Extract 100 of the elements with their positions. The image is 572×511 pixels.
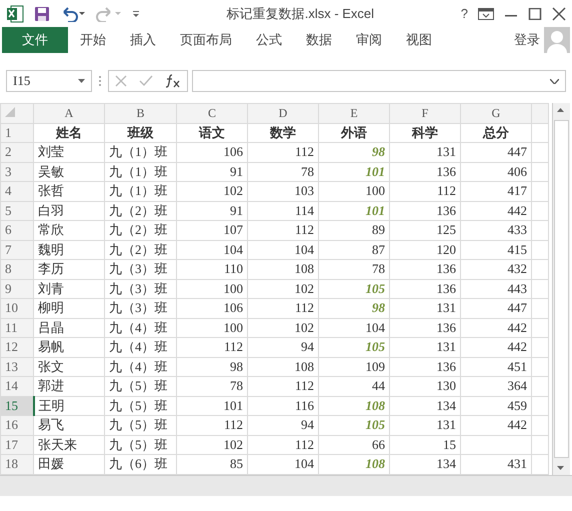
table-cell: 108 — [318, 454, 390, 474]
ribbon-display-icon[interactable] — [478, 8, 494, 20]
ribbon-tab[interactable]: 插入 — [118, 27, 168, 53]
table-cell: 134 — [390, 396, 460, 416]
column-header[interactable]: D — [248, 104, 318, 123]
column-header[interactable]: G — [460, 104, 532, 123]
table-cell: 九（1）班 — [104, 182, 176, 201]
table-cell: 102 — [248, 279, 318, 298]
table-cell: 九（1）班 — [104, 142, 176, 162]
table-cell: 431 — [460, 454, 532, 474]
column-header[interactable]: C — [176, 104, 248, 123]
name-box[interactable]: I15 — [6, 70, 92, 92]
ribbon-tab[interactable]: 开始 — [68, 27, 118, 53]
table-cell: 100 — [176, 279, 248, 298]
table-cell: 105 — [318, 279, 390, 298]
table-cell: 100 — [318, 182, 390, 201]
row-header[interactable]: 9 — [0, 279, 34, 298]
help-button[interactable]: ? — [460, 6, 468, 21]
maximize-icon[interactable] — [528, 8, 542, 20]
window-title: 标记重复数据.xlsx - Excel — [226, 4, 376, 22]
table-cell: 田媛 — [34, 454, 104, 474]
row-header[interactable]: 4 — [0, 182, 34, 201]
table-cell: 九（5）班 — [104, 435, 176, 454]
column-title: 科学 — [390, 123, 460, 142]
ribbon-tab[interactable]: 数据 — [294, 27, 344, 53]
table-cell: 九（3）班 — [104, 298, 176, 318]
ribbon-tab[interactable]: 审阅 — [344, 27, 394, 53]
table-cell: 87 — [318, 240, 390, 260]
table-cell: 459 — [460, 396, 532, 416]
table-cell: 98 — [318, 142, 390, 162]
insert-function-icon[interactable] — [165, 74, 181, 88]
table-cell: 108 — [248, 357, 318, 376]
table-cell: 100 — [176, 318, 248, 338]
column-header[interactable]: E — [318, 104, 390, 123]
column-header[interactable]: B — [104, 104, 176, 123]
table-cell: 103 — [248, 182, 318, 201]
table-cell: 张哲 — [34, 182, 104, 201]
table-cell: 九（4）班 — [104, 318, 176, 338]
table-cell: 九（3）班 — [104, 279, 176, 298]
row-header[interactable]: 13 — [0, 357, 34, 376]
table-cell: 魏明 — [34, 240, 104, 260]
customize-icon[interactable] — [132, 8, 140, 18]
table-cell: 433 — [460, 220, 532, 240]
row-header[interactable]: 17 — [0, 435, 34, 454]
row-header[interactable]: 10 — [0, 298, 34, 318]
excel-icon[interactable] — [6, 4, 24, 22]
table-cell: 九（6）班 — [104, 454, 176, 474]
column-header[interactable]: A — [34, 104, 104, 123]
table-cell: 364 — [460, 376, 532, 396]
row-header[interactable]: 8 — [0, 260, 34, 279]
table-cell: 131 — [390, 142, 460, 162]
table-cell: 134 — [390, 454, 460, 474]
row-header[interactable]: 12 — [0, 338, 34, 357]
row-header[interactable]: 7 — [0, 240, 34, 260]
column-title: 外语 — [318, 123, 390, 142]
table-cell: 104 — [318, 318, 390, 338]
table-cell: 张文 — [34, 357, 104, 376]
table-cell: 415 — [460, 240, 532, 260]
formula-field[interactable] — [192, 70, 566, 92]
vertical-scrollbar[interactable] — [552, 103, 570, 474]
table-cell: 136 — [390, 260, 460, 279]
table-cell: 柳明 — [34, 298, 104, 318]
row-header[interactable]: 14 — [0, 376, 34, 396]
sign-in-link[interactable]: 登录 — [514, 31, 540, 49]
table-cell: 112 — [248, 435, 318, 454]
column-header[interactable]: F — [390, 104, 460, 123]
table-cell: 447 — [460, 298, 532, 318]
table-cell: 104 — [248, 454, 318, 474]
close-icon[interactable] — [552, 6, 566, 20]
table-cell: 刘青 — [34, 279, 104, 298]
table-cell: 104 — [176, 240, 248, 260]
row-header[interactable]: 3 — [0, 162, 34, 182]
table-cell: 101 — [176, 396, 248, 416]
table-cell: 105 — [318, 338, 390, 357]
row-header[interactable]: 1 — [0, 123, 34, 142]
table-cell: 张天来 — [34, 435, 104, 454]
ribbon-tab[interactable]: 页面布局 — [168, 27, 244, 53]
table-cell: 442 — [460, 318, 532, 338]
row-header[interactable]: 5 — [0, 201, 34, 220]
table-cell: 九（4）班 — [104, 357, 176, 376]
row-header[interactable]: 15 — [0, 396, 34, 416]
table-cell: 78 — [176, 376, 248, 396]
table-cell: 郭进 — [34, 376, 104, 396]
ribbon-tab[interactable]: 公式 — [244, 27, 294, 53]
row-header[interactable]: 2 — [0, 142, 34, 162]
row-header[interactable]: 18 — [0, 454, 34, 474]
row-header[interactable]: 6 — [0, 220, 34, 240]
table-cell: 130 — [390, 376, 460, 396]
table-cell: 105 — [318, 416, 390, 435]
save-icon[interactable] — [34, 6, 50, 22]
table-cell: 91 — [176, 201, 248, 220]
table-cell: 102 — [176, 435, 248, 454]
table-cell: 106 — [176, 298, 248, 318]
row-header[interactable]: 16 — [0, 416, 34, 435]
ribbon-tab[interactable]: 视图 — [394, 27, 444, 53]
grip-icon — [96, 74, 104, 88]
expand-icon[interactable] — [550, 78, 559, 84]
table-cell: 101 — [318, 201, 390, 220]
row-header[interactable]: 11 — [0, 318, 34, 338]
file-tab[interactable]: 文件 — [2, 27, 68, 53]
